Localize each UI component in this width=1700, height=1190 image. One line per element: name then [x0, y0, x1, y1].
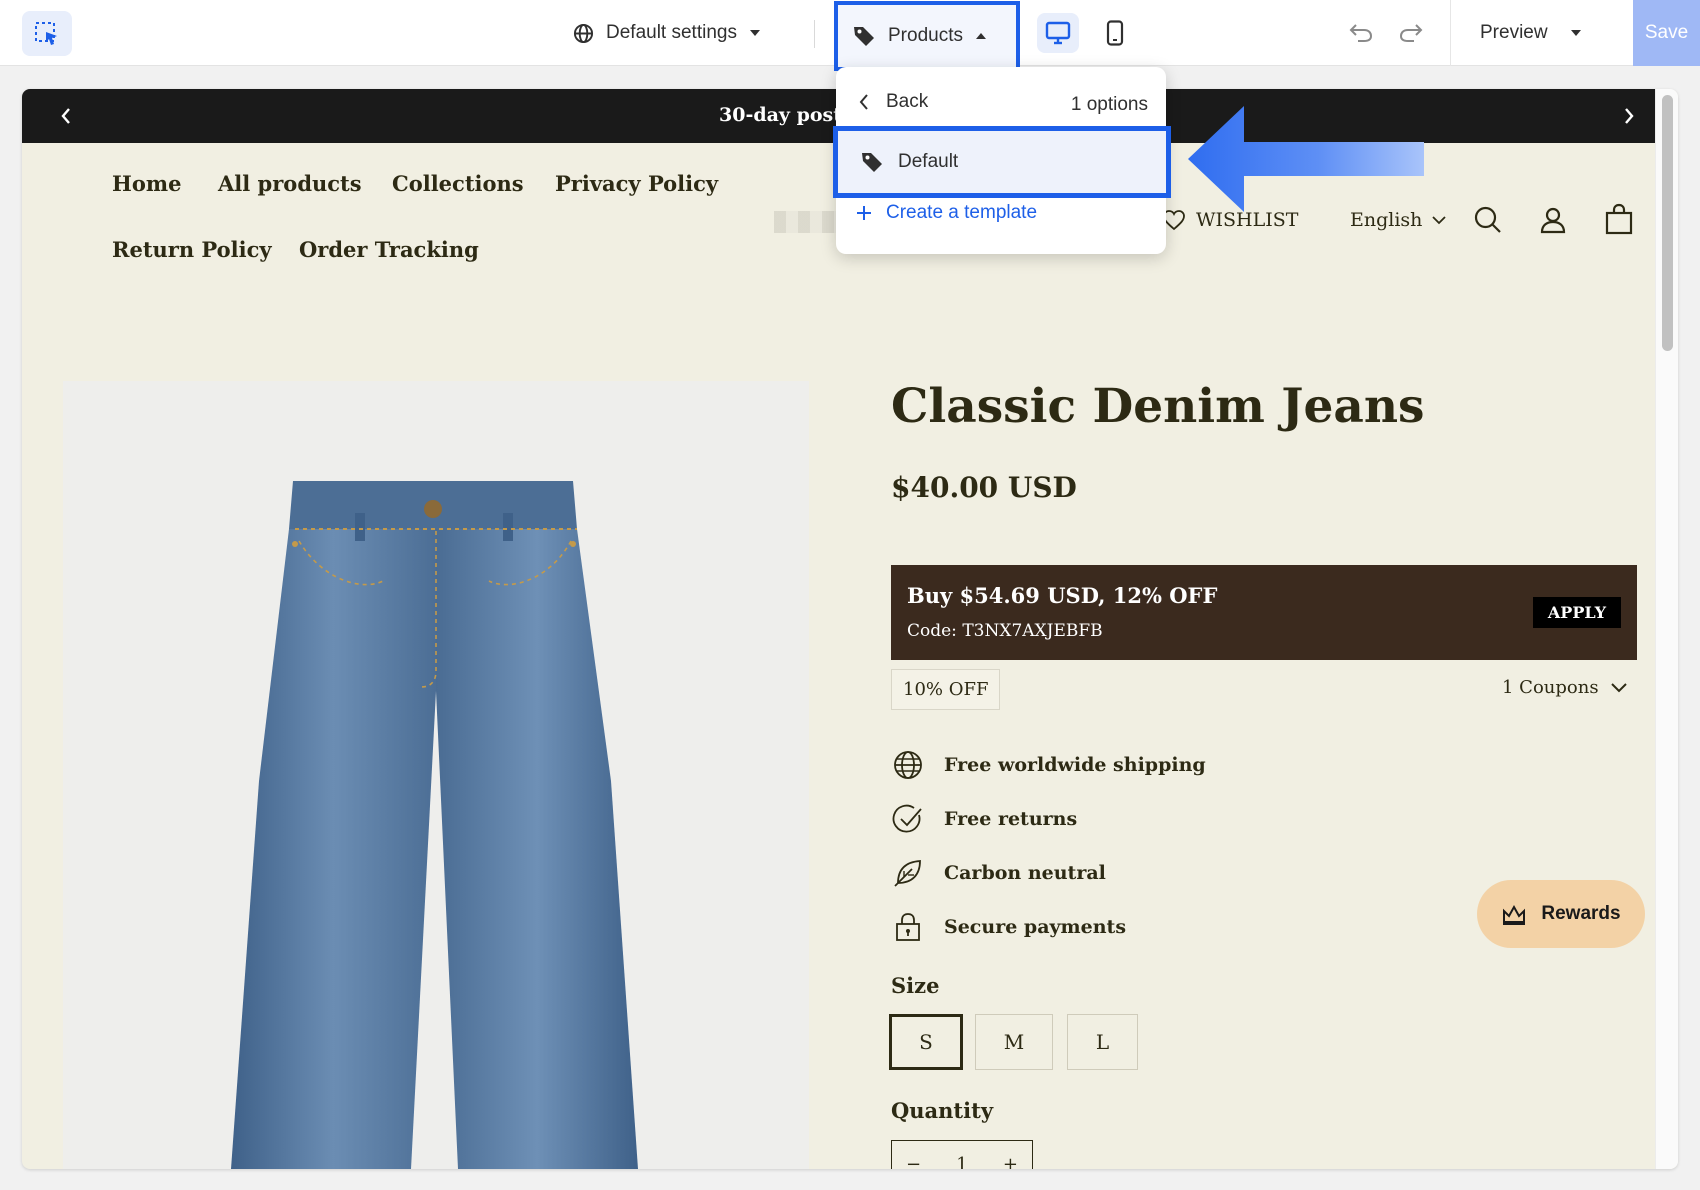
product-title: Classic Denim Jeans	[891, 379, 1425, 434]
create-template-label: Create a template	[886, 202, 1038, 223]
desktop-view-button[interactable]	[1037, 13, 1079, 53]
quantity-decrease-button[interactable]: −	[906, 1154, 921, 1169]
default-settings-selector[interactable]: Default settings	[573, 0, 761, 66]
caret-up-icon	[975, 33, 986, 39]
size-label: Size	[891, 973, 940, 998]
preview-label: Preview	[1480, 22, 1548, 43]
options-count: 1 options	[1070, 94, 1148, 115]
dropdown-back-label: Back	[886, 91, 929, 112]
select-tool-button[interactable]	[22, 11, 72, 56]
tag-icon	[854, 27, 874, 46]
nav-return-policy[interactable]: Return Policy	[112, 237, 272, 262]
feature-secure-payments: Secure payments	[891, 910, 1126, 943]
annotation-arrow-icon	[1188, 106, 1424, 212]
chevron-right-icon[interactable]	[1621, 105, 1637, 127]
feature-label: Carbon neutral	[944, 861, 1106, 884]
size-option-m[interactable]: M	[975, 1014, 1053, 1070]
announcement-text: 30-day posta	[719, 104, 855, 126]
default-settings-label: Default settings	[606, 22, 737, 43]
chevron-down-icon	[1610, 682, 1627, 692]
nav-home[interactable]: Home	[112, 171, 181, 196]
chevron-left-icon[interactable]	[58, 105, 74, 127]
toolbar-divider	[1450, 0, 1451, 66]
quantity-increase-button[interactable]: +	[1003, 1154, 1018, 1169]
rewards-button[interactable]: Rewards	[1477, 880, 1645, 948]
template-dropdown: Back 1 options Default Create a template	[833, 67, 1171, 254]
search-icon[interactable]	[1473, 205, 1503, 235]
redo-icon[interactable]	[1398, 20, 1424, 44]
mobile-icon	[1106, 20, 1124, 46]
feature-free-shipping: Free worldwide shipping	[891, 748, 1206, 781]
feature-free-returns: Free returns	[891, 802, 1077, 835]
quantity-stepper: − 1 +	[891, 1140, 1033, 1169]
size-option-l[interactable]: L	[1067, 1014, 1138, 1070]
product-price: $40.00 USD	[891, 471, 1077, 504]
desktop-icon	[1045, 21, 1071, 45]
product-image[interactable]	[63, 381, 809, 1169]
quantity-input[interactable]: 1	[956, 1154, 967, 1169]
plus-icon	[857, 206, 871, 220]
tag-icon	[862, 153, 882, 172]
feature-carbon-neutral: Carbon neutral	[891, 856, 1106, 889]
coupon-title: Buy $54.69 USD, 12% OFF	[907, 583, 1218, 608]
template-selector-label: Products	[888, 25, 963, 46]
scrollbar[interactable]	[1655, 89, 1678, 1169]
nav-collections[interactable]: Collections	[392, 171, 524, 196]
rewards-label: Rewards	[1541, 903, 1621, 924]
denim-jeans-illustration	[231, 481, 638, 1169]
preview-button[interactable]: Preview	[1480, 0, 1582, 66]
size-option-s[interactable]: S	[889, 1014, 963, 1070]
mobile-view-button[interactable]	[1094, 13, 1136, 53]
chevron-left-icon	[859, 94, 868, 110]
template-option-default[interactable]: Default	[833, 126, 1171, 198]
toolbar-divider	[814, 20, 815, 48]
coupons-count-label: 1 Coupons	[1502, 677, 1599, 698]
save-button[interactable]: Save	[1633, 0, 1700, 66]
leaf-icon	[893, 859, 921, 887]
create-template-link[interactable]: Create a template	[856, 202, 1037, 224]
store-logo[interactable]	[774, 211, 844, 233]
nav-all-products[interactable]: All products	[218, 171, 362, 196]
discount-tag[interactable]: 10% OFF	[891, 669, 1001, 710]
coupon-code: Code: T3NX7AXJEBFB	[907, 621, 1103, 641]
quantity-label: Quantity	[891, 1098, 994, 1123]
feature-label: Free returns	[944, 807, 1078, 830]
caret-down-icon	[749, 30, 760, 36]
nav-privacy-policy[interactable]: Privacy Policy	[555, 171, 718, 196]
dropdown-back-button[interactable]: Back	[858, 91, 928, 113]
globe-icon	[573, 23, 594, 43]
feature-label: Secure payments	[944, 915, 1127, 938]
account-icon[interactable]	[1538, 205, 1568, 235]
scrollbar-thumb[interactable]	[1662, 95, 1673, 351]
editor-toolbar: Default settings Products Preview Save	[0, 0, 1700, 71]
check-circle-icon	[892, 804, 922, 833]
crown-icon	[1503, 904, 1526, 925]
select-cursor-icon	[35, 21, 57, 45]
coupon-banner: Buy $54.69 USD, 12% OFF Code: T3NX7AXJEB…	[891, 565, 1637, 660]
cart-bag-icon[interactable]	[1604, 203, 1634, 235]
feature-label: Free worldwide shipping	[944, 753, 1206, 776]
globe-icon	[893, 750, 922, 779]
apply-coupon-button[interactable]: APPLY	[1532, 597, 1621, 628]
caret-down-icon	[1570, 30, 1581, 36]
coupons-toggle[interactable]: 1 Coupons	[1502, 677, 1627, 698]
chevron-down-icon	[1432, 215, 1447, 224]
nav-order-tracking[interactable]: Order Tracking	[299, 237, 479, 262]
template-selector[interactable]: Products	[834, 1, 1020, 71]
template-option-label: Default	[898, 151, 959, 172]
undo-icon[interactable]	[1348, 20, 1374, 44]
lock-icon	[895, 912, 920, 941]
